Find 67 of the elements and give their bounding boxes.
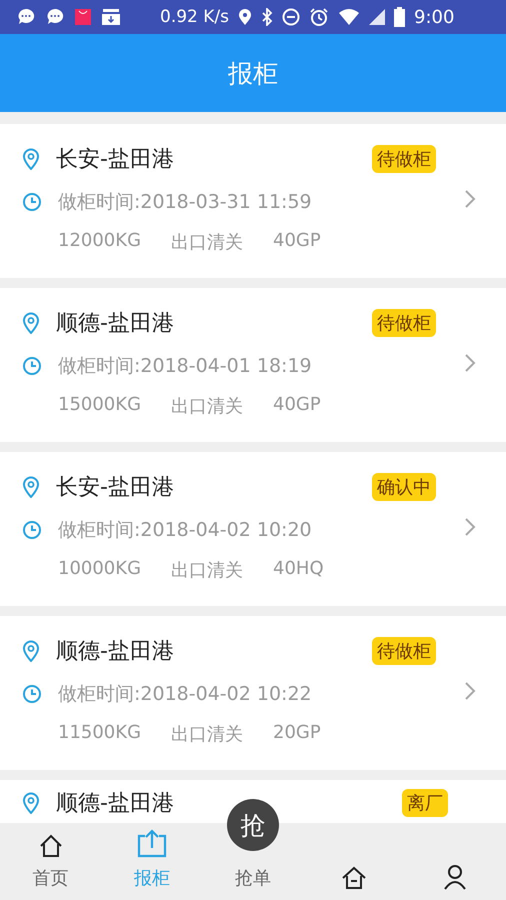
inbox-icon [101, 8, 121, 26]
route-name: 长安-盐田港 [56, 146, 174, 174]
order-card[interactable]: 顺德-盐田港 待做柜 做柜时间:2018-04-02 10:22 11500KG 出口清关 20GP [0, 616, 506, 770]
customs-type: 出口清关 [171, 395, 244, 418]
container-time: 做柜时间:2018-04-01 18:19 [58, 354, 312, 379]
location-pin-icon [22, 792, 40, 814]
route-name: 长安-盐田港 [56, 474, 174, 502]
container-time: 做柜时间:2018-04-02 10:20 [58, 518, 312, 543]
chat-icon [16, 7, 36, 27]
alarm-icon [309, 7, 329, 27]
bluetooth-icon [261, 8, 273, 26]
container-time: 做柜时间:2018-03-31 11:59 [58, 190, 312, 215]
order-card[interactable]: 长安-盐田港 待做柜 做柜时间:2018-03-31 11:59 12000KG 出口清关 40GP [0, 124, 506, 278]
grab-order-button[interactable]: 抢 [227, 799, 279, 851]
clock: 9:00 [414, 6, 454, 28]
chevron-right-icon [464, 517, 476, 537]
container-type: 40GP [273, 230, 321, 253]
clock-icon [22, 356, 42, 376]
person-icon [443, 864, 468, 890]
order-card[interactable]: 顺德-盐田港 待做柜 做柜时间:2018-04-01 18:19 15000KG 出口清关 40GP [0, 288, 506, 442]
home-icon [38, 834, 64, 858]
route-name: 顺德-盐田港 [56, 310, 174, 338]
page-title: 报柜 [228, 58, 278, 90]
chat-icon [45, 7, 65, 27]
location-pin-icon [22, 476, 40, 498]
order-card[interactable]: 长安-盐田港 确认中 做柜时间:2018-04-02 10:20 10000KG 出口清关 40HQ [0, 452, 506, 606]
network-speed: 0.92 K/s [160, 7, 229, 27]
tab-label: 报柜 [134, 867, 170, 890]
clock-icon [22, 192, 42, 212]
nav-tab[interactable]: 抢单 [202, 860, 304, 900]
clock-icon [22, 520, 42, 540]
route-name: 顺德-盐田港 [56, 790, 174, 818]
cargo-weight: 11500KG [58, 722, 142, 745]
route-name: 顺德-盐田港 [56, 638, 174, 666]
nav-tab[interactable]: 首页 [0, 823, 102, 900]
customs-type: 出口清关 [171, 559, 244, 582]
do-not-disturb-icon [282, 8, 300, 26]
wifi-icon [338, 8, 360, 26]
location-pin-icon [22, 148, 40, 170]
container-time: 做柜时间:2018-04-02 10:22 [58, 682, 312, 707]
battery-icon [394, 7, 405, 27]
chevron-right-icon [464, 681, 476, 701]
signal-icon [369, 9, 385, 25]
customs-type: 出口清关 [171, 231, 244, 254]
status-tag: 待做柜 [372, 145, 436, 173]
location-icon [238, 8, 252, 26]
location-pin-icon [22, 640, 40, 662]
clock-icon [22, 684, 42, 704]
chevron-right-icon [464, 353, 476, 373]
tab-label: 抢单 [234, 867, 271, 890]
container-type: 40GP [273, 394, 321, 417]
status-tag: 确认中 [372, 473, 436, 501]
chevron-right-icon [464, 189, 476, 209]
shopping-bag-icon [74, 8, 92, 26]
status-tag: 待做柜 [372, 637, 436, 665]
status-tag: 待做柜 [372, 309, 436, 337]
status-tag: 离厂 [402, 789, 448, 817]
container-type: 40HQ [273, 558, 324, 581]
tab-label: 首页 [32, 867, 69, 890]
location-pin-icon [22, 312, 40, 334]
container-type: 20GP [273, 722, 321, 745]
upload-icon [136, 828, 168, 858]
cargo-weight: 10000KG [58, 558, 142, 581]
cargo-weight: 12000KG [58, 230, 142, 253]
customs-type: 出口清关 [171, 723, 244, 746]
cargo-weight: 15000KG [58, 394, 142, 417]
house-icon [340, 866, 368, 890]
